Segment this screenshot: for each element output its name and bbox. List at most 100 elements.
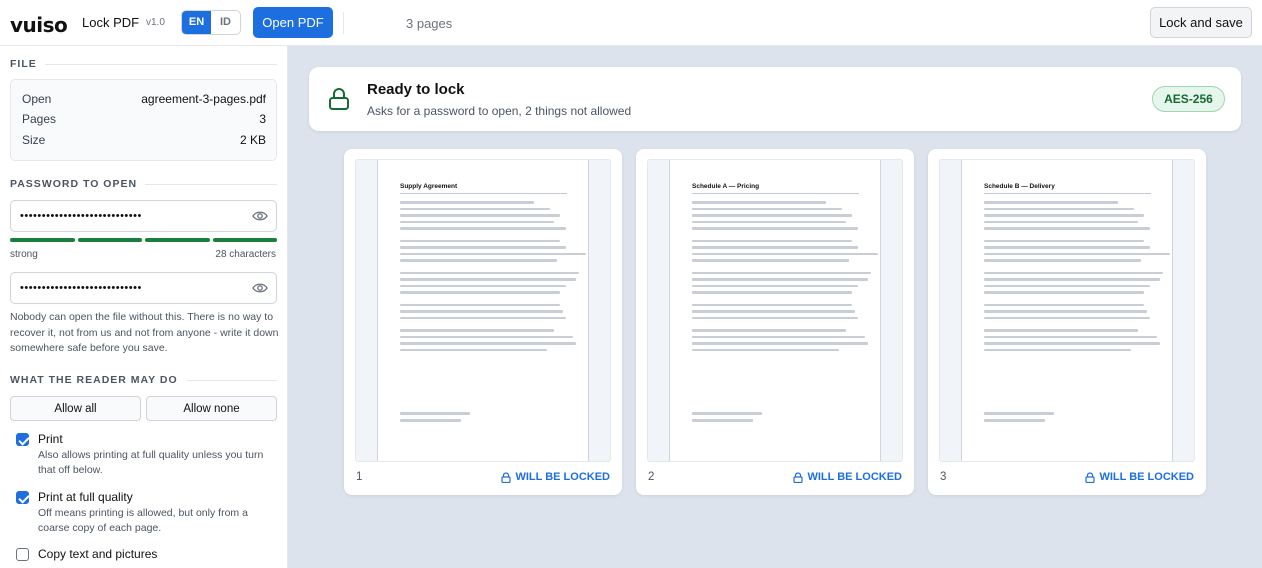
page-card[interactable]: Supply Agreement 1 WILL BE LOCKED [344,149,622,495]
text-line [692,303,852,306]
print-checkbox[interactable] [16,433,29,446]
file-row-label: Size [22,133,46,147]
text-line [984,214,1144,217]
text-line [400,284,567,287]
text-line [692,316,859,319]
text-line [400,278,576,281]
page-rule [400,193,567,194]
text-line [984,220,1138,223]
text-line [692,259,849,262]
page-heading: Schedule A — Pricing [692,183,760,190]
text-line [692,310,856,313]
text-line [984,291,1144,294]
file-info: Open agreement-3-pages.pdf Pages 3 Size … [10,79,277,161]
text-line [400,201,535,204]
text-line [692,284,859,287]
page-heading: Schedule B — Delivery [984,183,1055,190]
open-pdf-button[interactable]: Open PDF [253,7,333,38]
text-line [692,246,859,249]
text-line [984,207,1135,210]
lock-status: WILL BE LOCKED [501,471,610,483]
page-sheet: Schedule A — Pricing [669,160,881,461]
divider [343,12,344,34]
text-line [692,291,852,294]
page-thumbnail: Schedule A — Pricing [647,159,903,462]
app-version: v1.0 [146,17,165,28]
text-line [400,303,560,306]
sidebar: FILE Open agreement-3-pages.pdf Pages 3 … [0,46,288,568]
text-line [692,220,846,223]
file-row-pages: Pages 3 [22,112,266,126]
top-bar: vuiso Lock PDF v1.0 EN ID Open PDF 3 pag… [0,0,1262,46]
lock-icon [501,471,512,483]
password-input[interactable]: •••••••••••••••••••••••••••• [10,200,277,232]
strength-segment [10,238,75,242]
text-line [400,335,573,338]
text-line [400,239,560,242]
language-en-button[interactable]: EN [182,11,211,34]
file-size: 2 KB [239,133,266,147]
lock-and-save-button[interactable]: Lock and save [1150,7,1252,38]
text-line [692,214,852,217]
status-subtitle: Asks for a password to open, 2 things no… [367,104,632,118]
text-line [984,310,1148,313]
strength-segment [212,238,277,242]
password-warning: Nobody can open the file without this. T… [10,311,279,354]
permissions-section-title: WHAT THE READER MAY DO [10,374,277,386]
text-line [400,252,586,255]
page-card[interactable]: Schedule B — Delivery 3 WILL BE LOCKED [928,149,1206,495]
text-line [400,342,576,345]
text-line [400,220,554,223]
preview-area: Ready to lock Asks for a password to ope… [288,46,1262,568]
password-section-title: PASSWORD TO OPEN [10,178,277,190]
text-line [984,227,1151,230]
strength-segment [145,238,210,242]
confirm-password-input[interactable]: •••••••••••••••••••••••••••• [10,272,277,304]
strength-label: strong [10,249,38,260]
file-row-label: Pages [22,112,57,126]
text-line [692,201,827,204]
page-count: 3 pages [406,16,453,31]
text-line [692,239,852,242]
page-card[interactable]: Schedule A — Pricing 2 WILL BE LOCKED [636,149,914,495]
file-row-open: Open agreement-3-pages.pdf [22,92,266,106]
lock-icon [793,471,804,483]
text-line [400,214,560,217]
page-rule [984,193,1151,194]
confirm-password-value: •••••••••••••••••••••••••••• [20,282,142,294]
text-line [984,316,1151,319]
text-line [400,227,567,230]
copy-checkbox[interactable] [16,548,29,561]
allow-all-button[interactable]: Allow all [10,396,141,421]
permission-label: Print at full quality [38,490,133,504]
allow-none-button[interactable]: Allow none [146,396,277,421]
file-row-label: Open [22,92,52,106]
password-value: •••••••••••••••••••••••••••• [20,210,142,222]
encryption-badge: AES-256 [1152,86,1225,112]
file-row-size: Size 2 KB [22,133,266,147]
app-logo: vuiso [10,13,68,37]
eye-icon[interactable] [252,210,268,222]
page-thumbnail: Supply Agreement [355,159,611,462]
text-line [984,271,1164,274]
lock-status-label: WILL BE LOCKED [515,471,610,483]
eye-icon[interactable] [252,282,268,294]
text-line [400,271,580,274]
text-line [400,412,471,415]
text-line [400,207,551,210]
permission-label: Copy text and pictures [38,547,158,561]
print-full-quality-checkbox[interactable] [16,491,29,504]
language-id-button[interactable]: ID [211,11,240,34]
text-line [984,246,1151,249]
lock-icon [1085,471,1096,483]
text-line [984,303,1144,306]
text-line [692,227,859,230]
permission-label: Print [38,432,63,446]
permission-description: Off means printing is allowed, but only … [38,507,248,534]
text-line [400,291,560,294]
text-line [984,201,1119,204]
page-sheet: Supply Agreement [377,160,589,461]
text-line [984,419,1045,422]
file-section-title: FILE [10,58,277,70]
text-line [984,239,1144,242]
